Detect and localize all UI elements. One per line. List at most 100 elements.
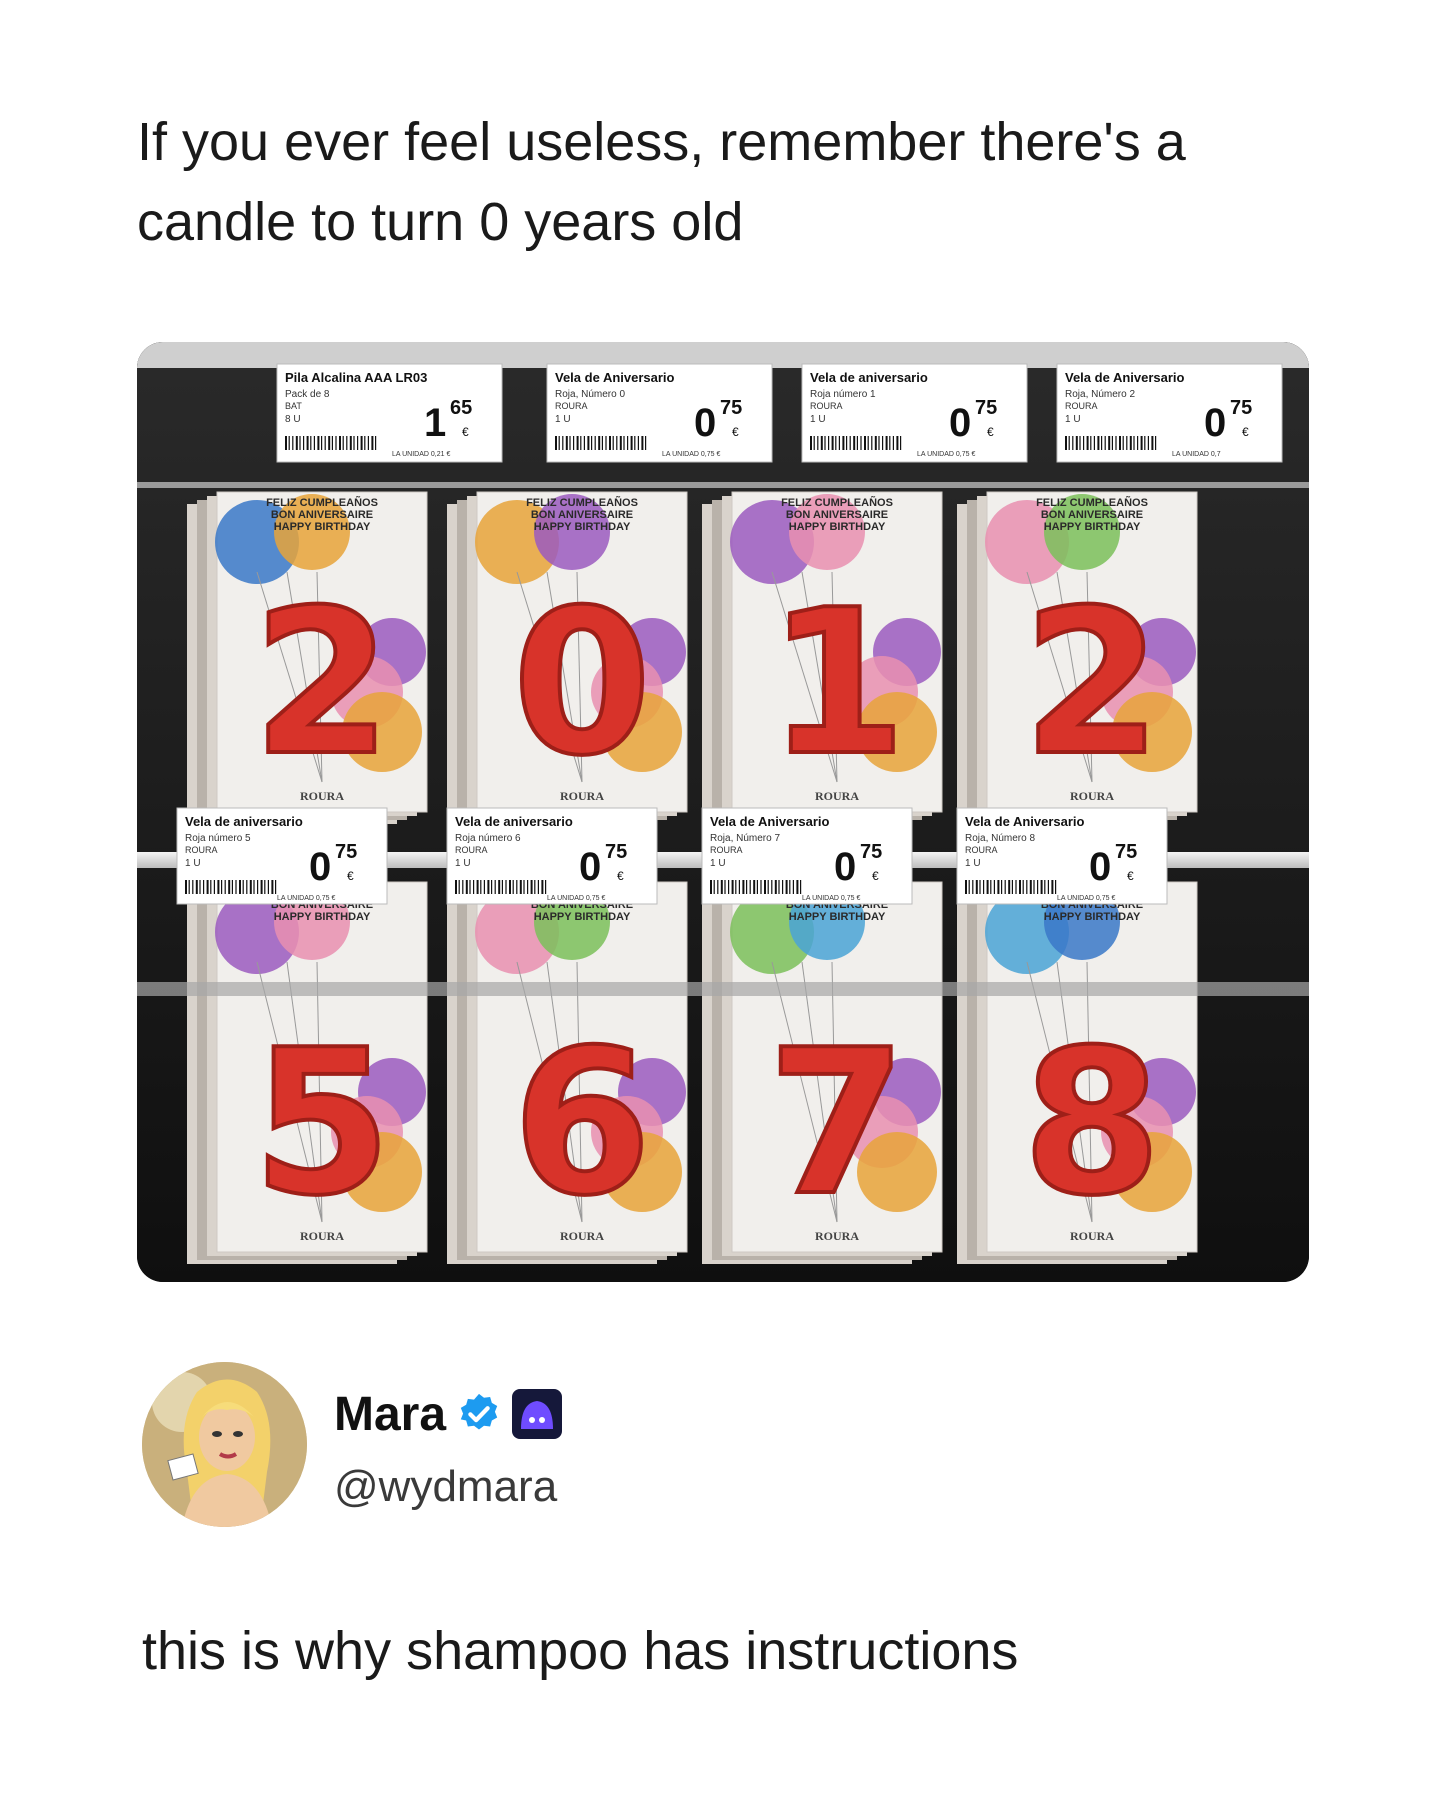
tag-title: Vela de Aniversario bbox=[965, 814, 1085, 829]
tweet-text: this is why shampoo has instructions bbox=[142, 1621, 1019, 1681]
tag-price-dec: 75 bbox=[860, 841, 882, 863]
package-header-line: HAPPY BIRTHDAY bbox=[1044, 521, 1141, 533]
tag-line1: Roja número 5 bbox=[185, 833, 251, 844]
top-package-2: FELIZ CUMPLEAÑOSBON ANIVERSAIREHAPPY BIR… bbox=[187, 491, 428, 824]
tweet-author[interactable]: Mara @wydmara bbox=[142, 1362, 1042, 1532]
package-header-line: HAPPY BIRTHDAY bbox=[274, 521, 371, 533]
tag-line3: 1 U bbox=[1065, 414, 1081, 425]
candle-digit: 2 bbox=[1022, 567, 1161, 800]
top-package-0: FELIZ CUMPLEAÑOSBON ANIVERSAIREHAPPY BIR… bbox=[447, 491, 688, 824]
tag-title: Vela de aniversario bbox=[810, 370, 928, 385]
tag-price-int: 0 bbox=[309, 845, 331, 889]
tag-title: Vela de Aniversario bbox=[555, 370, 675, 385]
tag-line1: Pack de 8 bbox=[285, 389, 330, 400]
bottom-price-tag: Vela de aniversario Roja número 5ROURA 1 U… bbox=[176, 807, 388, 905]
tag-price-int: 0 bbox=[579, 845, 601, 889]
package-header-line: HAPPY BIRTHDAY bbox=[789, 521, 886, 533]
tag-line1: Roja número 6 bbox=[455, 833, 521, 844]
tag-unit-price: LA UNIDAD 0,75 € bbox=[277, 895, 335, 902]
bottom-package-5: FELIZ CUMPLEAÑOSBON ANIVERSAIREHAPPY BIR… bbox=[187, 881, 428, 1264]
shelf-image: FELIZ CUMPLEAÑOSBON ANIVERSAIREHAPPY BIR… bbox=[137, 342, 1309, 1282]
package-header-line: HAPPY BIRTHDAY bbox=[1044, 911, 1141, 923]
tag-title: Vela de aniversario bbox=[185, 814, 303, 829]
package-header-line: FELIZ CUMPLEAÑOS bbox=[781, 496, 893, 509]
tag-price-int: 0 bbox=[834, 845, 856, 889]
package-brand: ROURA bbox=[1070, 789, 1114, 803]
tag-unit-price: LA UNIDAD 0,75 € bbox=[802, 895, 860, 902]
package-header-line: HAPPY BIRTHDAY bbox=[274, 911, 371, 923]
tag-currency: € bbox=[1242, 425, 1249, 439]
verified-badge-icon bbox=[460, 1393, 498, 1430]
bottom-price-tag: Vela de Aniversario Roja, Número 8ROURA 1 … bbox=[956, 807, 1168, 905]
tag-line3: 1 U bbox=[455, 858, 471, 869]
tag-line2: ROURA bbox=[810, 401, 843, 411]
package-header-line: HAPPY BIRTHDAY bbox=[789, 911, 886, 923]
package-header-line: HAPPY BIRTHDAY bbox=[534, 521, 631, 533]
tag-title: Vela de Aniversario bbox=[710, 814, 830, 829]
tag-line3: 8 U bbox=[285, 414, 301, 425]
user-display-name[interactable]: Mara bbox=[334, 1387, 446, 1442]
tag-price-int: 0 bbox=[1204, 401, 1226, 445]
tag-line2: ROURA bbox=[710, 845, 743, 855]
post-caption: If you ever feel useless, remember there… bbox=[137, 112, 1186, 252]
package-header-line: BON ANIVERSAIRE bbox=[531, 509, 633, 521]
candle-digit: 8 bbox=[1022, 1007, 1161, 1240]
package-brand: ROURA bbox=[815, 789, 859, 803]
package-header-line: BON ANIVERSAIRE bbox=[1041, 509, 1143, 521]
bottom-price-tag: Vela de Aniversario Roja, Número 7ROURA 1 … bbox=[701, 807, 913, 905]
avatar[interactable] bbox=[142, 1362, 307, 1527]
tag-line2: ROURA bbox=[455, 845, 488, 855]
package-brand: ROURA bbox=[300, 789, 344, 803]
package-brand: ROURA bbox=[300, 1229, 344, 1243]
tag-line1: Roja, Número 0 bbox=[555, 389, 625, 400]
tag-price-dec: 75 bbox=[1230, 397, 1252, 419]
tag-line2: ROURA bbox=[185, 845, 218, 855]
user-handle[interactable]: @wydmara bbox=[334, 1462, 557, 1512]
tag-line3: 1 U bbox=[710, 858, 726, 869]
top-price-tag: Pila Alcalina AAA LR03 Pack de 8BAT 8 U 1 65… bbox=[276, 363, 503, 463]
bottom-package-8: FELIZ CUMPLEAÑOSBON ANIVERSAIREHAPPY BIR… bbox=[957, 881, 1198, 1264]
top-price-tag: Vela de Aniversario Roja, Número 0ROURA 1 … bbox=[546, 363, 773, 463]
tag-unit-price: LA UNIDAD 0,21 € bbox=[392, 451, 450, 458]
tag-line1: Roja número 1 bbox=[810, 389, 876, 400]
tag-line2: ROURA bbox=[555, 401, 588, 411]
tag-line3: 1 U bbox=[965, 858, 981, 869]
tag-line3: 1 U bbox=[185, 858, 201, 869]
tag-price-int: 1 bbox=[424, 401, 446, 445]
tag-price-int: 0 bbox=[1089, 845, 1111, 889]
tag-currency: € bbox=[732, 425, 739, 439]
bottom-price-tag: Vela de aniversario Roja número 6ROURA 1 U… bbox=[446, 807, 658, 905]
tag-unit-price: LA UNIDAD 0,75 € bbox=[1057, 895, 1115, 902]
tag-price-dec: 75 bbox=[975, 397, 997, 419]
package-header-line: BON ANIVERSAIRE bbox=[271, 509, 373, 521]
candle-digit: 6 bbox=[512, 1007, 651, 1240]
package-header-line: BON ANIVERSAIRE bbox=[786, 509, 888, 521]
tag-currency: € bbox=[987, 425, 994, 439]
bottom-package-6: FELIZ CUMPLEAÑOSBON ANIVERSAIREHAPPY BIR… bbox=[447, 881, 688, 1264]
tag-unit-price: LA UNIDAD 0,7 bbox=[1172, 451, 1221, 458]
tag-line3: 1 U bbox=[555, 414, 571, 425]
tag-unit-price: LA UNIDAD 0,75 € bbox=[917, 451, 975, 458]
tag-title: Vela de Aniversario bbox=[1065, 370, 1185, 385]
affiliate-badge-icon[interactable] bbox=[512, 1389, 563, 1439]
tag-price-dec: 75 bbox=[1115, 841, 1137, 863]
top-package-1: FELIZ CUMPLEAÑOSBON ANIVERSAIREHAPPY BIR… bbox=[702, 491, 943, 824]
candle-shelf-photo: FELIZ CUMPLEAÑOS BON ANIVERSAIRE HAPPY BIR… bbox=[137, 342, 1309, 1282]
tag-line2: ROURA bbox=[1065, 401, 1098, 411]
tag-line1: Roja, Número 8 bbox=[965, 833, 1035, 844]
tag-price-int: 0 bbox=[949, 401, 971, 445]
tag-currency: € bbox=[1127, 869, 1134, 883]
tag-currency: € bbox=[462, 425, 469, 439]
tag-title: Pila Alcalina AAA LR03 bbox=[285, 370, 427, 385]
tag-price-dec: 65 bbox=[450, 397, 472, 419]
tag-currency: € bbox=[617, 869, 624, 883]
bottom-package-7: FELIZ CUMPLEAÑOSBON ANIVERSAIREHAPPY BIR… bbox=[702, 881, 943, 1264]
candle-digit: 2 bbox=[252, 567, 391, 800]
tag-title: Vela de aniversario bbox=[455, 814, 573, 829]
tag-line2: BAT bbox=[285, 401, 302, 411]
package-header-line: FELIZ CUMPLEAÑOS bbox=[266, 496, 378, 509]
tag-unit-price: LA UNIDAD 0,75 € bbox=[662, 451, 720, 458]
candle-digit: 7 bbox=[767, 1007, 906, 1240]
tag-price-dec: 75 bbox=[335, 841, 357, 863]
package-brand: ROURA bbox=[815, 1229, 859, 1243]
